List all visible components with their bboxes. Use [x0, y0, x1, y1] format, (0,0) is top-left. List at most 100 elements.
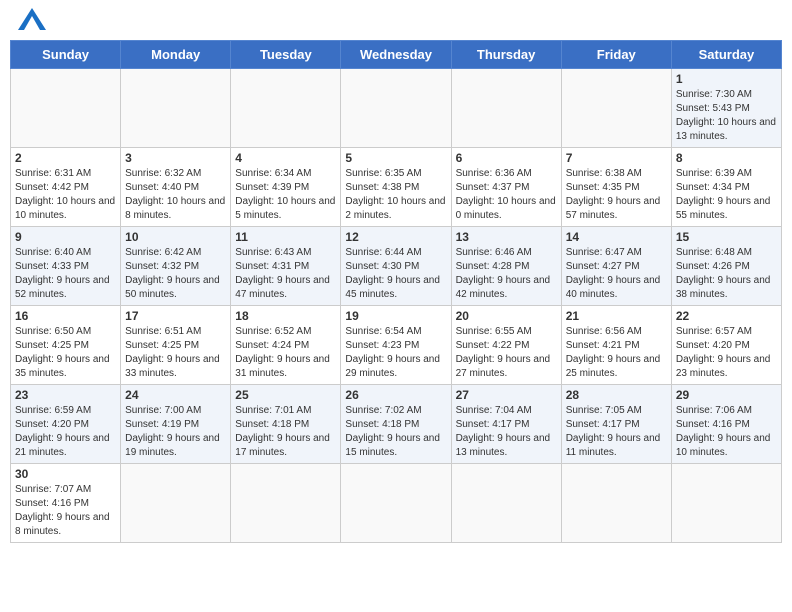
calendar-cell: 26Sunrise: 7:02 AM Sunset: 4:18 PM Dayli…	[341, 385, 451, 464]
logo	[14, 10, 46, 32]
day-info: Sunrise: 7:07 AM Sunset: 4:16 PM Dayligh…	[15, 483, 116, 539]
calendar-week-row: 23 Sunrise: 6:59 AM Sunset: 4:20 PM Dayli…	[11, 385, 782, 464]
header-wednesday: Wednesday	[341, 41, 451, 69]
day-number: 30	[15, 467, 116, 481]
calendar-cell	[231, 69, 341, 148]
day-info: Sunrise: 7:30 AM Sunset: 5:43 PM Dayligh…	[676, 88, 777, 144]
calendar-cell	[11, 69, 121, 148]
calendar-week-row: 2 Sunrise: 6:31 AM Sunset: 4:42 PM Daylig…	[11, 148, 782, 227]
day-number: 27	[456, 388, 557, 402]
day-number: 2	[15, 151, 116, 165]
header-friday: Friday	[561, 41, 671, 69]
day-number: 7	[566, 151, 667, 165]
calendar-cell: 24 Sunrise: 7:00 AM Sunset: 4:19 PM Dayli…	[121, 385, 231, 464]
calendar-cell: 2 Sunrise: 6:31 AM Sunset: 4:42 PM Daylig…	[11, 148, 121, 227]
day-number: 1	[676, 72, 777, 86]
day-info: Sunrise: 6:59 AM Sunset: 4:20 PM Dayligh…	[15, 404, 116, 460]
day-number: 9	[15, 230, 116, 244]
day-number: 10	[125, 230, 226, 244]
header-monday: Monday	[121, 41, 231, 69]
day-info: Sunrise: 7:04 AM Sunset: 4:17 PM Dayligh…	[456, 404, 557, 460]
day-number: 18	[235, 309, 336, 323]
day-info: Sunrise: 6:31 AM Sunset: 4:42 PM Dayligh…	[15, 167, 116, 223]
calendar-cell: 23 Sunrise: 6:59 AM Sunset: 4:20 PM Dayli…	[11, 385, 121, 464]
calendar-cell: 25 Sunrise: 7:01 AM Sunset: 4:18 PM Dayli…	[231, 385, 341, 464]
day-number: 23	[15, 388, 116, 402]
header-tuesday: Tuesday	[231, 41, 341, 69]
calendar-cell: 15Sunrise: 6:48 AM Sunset: 4:26 PM Dayli…	[671, 227, 781, 306]
calendar-week-row: 30 Sunrise: 7:07 AM Sunset: 4:16 PM Dayli…	[11, 464, 782, 543]
day-info: Sunrise: 6:35 AM Sunset: 4:38 PM Dayligh…	[345, 167, 446, 223]
calendar-cell	[451, 464, 561, 543]
day-number: 12	[345, 230, 446, 244]
calendar-cell: 1 Sunrise: 7:30 AM Sunset: 5:43 PM Daylig…	[671, 69, 781, 148]
calendar-cell	[561, 69, 671, 148]
day-info: Sunrise: 7:00 AM Sunset: 4:19 PM Dayligh…	[125, 404, 226, 460]
day-info: Sunrise: 6:42 AM Sunset: 4:32 PM Dayligh…	[125, 246, 226, 302]
logo-icon	[18, 8, 46, 30]
header-saturday: Saturday	[671, 41, 781, 69]
day-number: 16	[15, 309, 116, 323]
calendar-week-row: 16 Sunrise: 6:50 AM Sunset: 4:25 PM Dayli…	[11, 306, 782, 385]
calendar-cell	[671, 464, 781, 543]
calendar-cell: 3Sunrise: 6:32 AM Sunset: 4:40 PM Daylig…	[121, 148, 231, 227]
day-info: Sunrise: 6:39 AM Sunset: 4:34 PM Dayligh…	[676, 167, 777, 223]
day-info: Sunrise: 7:06 AM Sunset: 4:16 PM Dayligh…	[676, 404, 777, 460]
calendar-table: Sunday Monday Tuesday Wednesday Thursday…	[10, 40, 782, 543]
calendar-cell: 14Sunrise: 6:47 AM Sunset: 4:27 PM Dayli…	[561, 227, 671, 306]
calendar-cell: 16 Sunrise: 6:50 AM Sunset: 4:25 PM Dayli…	[11, 306, 121, 385]
day-info: Sunrise: 6:38 AM Sunset: 4:35 PM Dayligh…	[566, 167, 667, 223]
day-number: 28	[566, 388, 667, 402]
day-number: 6	[456, 151, 557, 165]
day-info: Sunrise: 7:05 AM Sunset: 4:17 PM Dayligh…	[566, 404, 667, 460]
day-number: 22	[676, 309, 777, 323]
day-number: 24	[125, 388, 226, 402]
day-info: Sunrise: 6:57 AM Sunset: 4:20 PM Dayligh…	[676, 325, 777, 381]
day-info: Sunrise: 6:46 AM Sunset: 4:28 PM Dayligh…	[456, 246, 557, 302]
day-number: 13	[456, 230, 557, 244]
day-info: Sunrise: 6:50 AM Sunset: 4:25 PM Dayligh…	[15, 325, 116, 381]
calendar-cell: 18Sunrise: 6:52 AM Sunset: 4:24 PM Dayli…	[231, 306, 341, 385]
calendar-cell: 22 Sunrise: 6:57 AM Sunset: 4:20 PM Dayli…	[671, 306, 781, 385]
header-sunday: Sunday	[11, 41, 121, 69]
day-number: 20	[456, 309, 557, 323]
day-info: Sunrise: 6:51 AM Sunset: 4:25 PM Dayligh…	[125, 325, 226, 381]
calendar-week-row: 9 Sunrise: 6:40 AM Sunset: 4:33 PM Daylig…	[11, 227, 782, 306]
calendar-week-row: 1 Sunrise: 7:30 AM Sunset: 5:43 PM Daylig…	[11, 69, 782, 148]
day-info: Sunrise: 6:40 AM Sunset: 4:33 PM Dayligh…	[15, 246, 116, 302]
calendar-cell: 21Sunrise: 6:56 AM Sunset: 4:21 PM Dayli…	[561, 306, 671, 385]
calendar-cell: 17Sunrise: 6:51 AM Sunset: 4:25 PM Dayli…	[121, 306, 231, 385]
day-number: 19	[345, 309, 446, 323]
calendar-cell	[121, 69, 231, 148]
calendar-cell	[451, 69, 561, 148]
calendar-cell: 7 Sunrise: 6:38 AM Sunset: 4:35 PM Daylig…	[561, 148, 671, 227]
day-info: Sunrise: 7:01 AM Sunset: 4:18 PM Dayligh…	[235, 404, 336, 460]
day-number: 14	[566, 230, 667, 244]
day-info: Sunrise: 7:02 AM Sunset: 4:18 PM Dayligh…	[345, 404, 446, 460]
calendar-cell: 29Sunrise: 7:06 AM Sunset: 4:16 PM Dayli…	[671, 385, 781, 464]
calendar-cell: 30 Sunrise: 7:07 AM Sunset: 4:16 PM Dayli…	[11, 464, 121, 543]
calendar-cell	[121, 464, 231, 543]
day-number: 8	[676, 151, 777, 165]
calendar-cell	[561, 464, 671, 543]
day-number: 4	[235, 151, 336, 165]
day-info: Sunrise: 6:55 AM Sunset: 4:22 PM Dayligh…	[456, 325, 557, 381]
day-number: 21	[566, 309, 667, 323]
calendar-cell: 4Sunrise: 6:34 AM Sunset: 4:39 PM Daylig…	[231, 148, 341, 227]
day-info: Sunrise: 6:32 AM Sunset: 4:40 PM Dayligh…	[125, 167, 226, 223]
day-info: Sunrise: 6:48 AM Sunset: 4:26 PM Dayligh…	[676, 246, 777, 302]
header-thursday: Thursday	[451, 41, 561, 69]
calendar-cell: 9 Sunrise: 6:40 AM Sunset: 4:33 PM Daylig…	[11, 227, 121, 306]
calendar-cell: 12Sunrise: 6:44 AM Sunset: 4:30 PM Dayli…	[341, 227, 451, 306]
day-info: Sunrise: 6:36 AM Sunset: 4:37 PM Dayligh…	[456, 167, 557, 223]
calendar-cell: 20 Sunrise: 6:55 AM Sunset: 4:22 PM Dayli…	[451, 306, 561, 385]
calendar-cell	[231, 464, 341, 543]
day-number: 11	[235, 230, 336, 244]
calendar-cell: 27 Sunrise: 7:04 AM Sunset: 4:17 PM Dayli…	[451, 385, 561, 464]
calendar-cell: 8 Sunrise: 6:39 AM Sunset: 4:34 PM Daylig…	[671, 148, 781, 227]
calendar-cell: 11Sunrise: 6:43 AM Sunset: 4:31 PM Dayli…	[231, 227, 341, 306]
day-number: 5	[345, 151, 446, 165]
day-number: 25	[235, 388, 336, 402]
calendar-cell: 19Sunrise: 6:54 AM Sunset: 4:23 PM Dayli…	[341, 306, 451, 385]
page-header	[10, 10, 782, 32]
